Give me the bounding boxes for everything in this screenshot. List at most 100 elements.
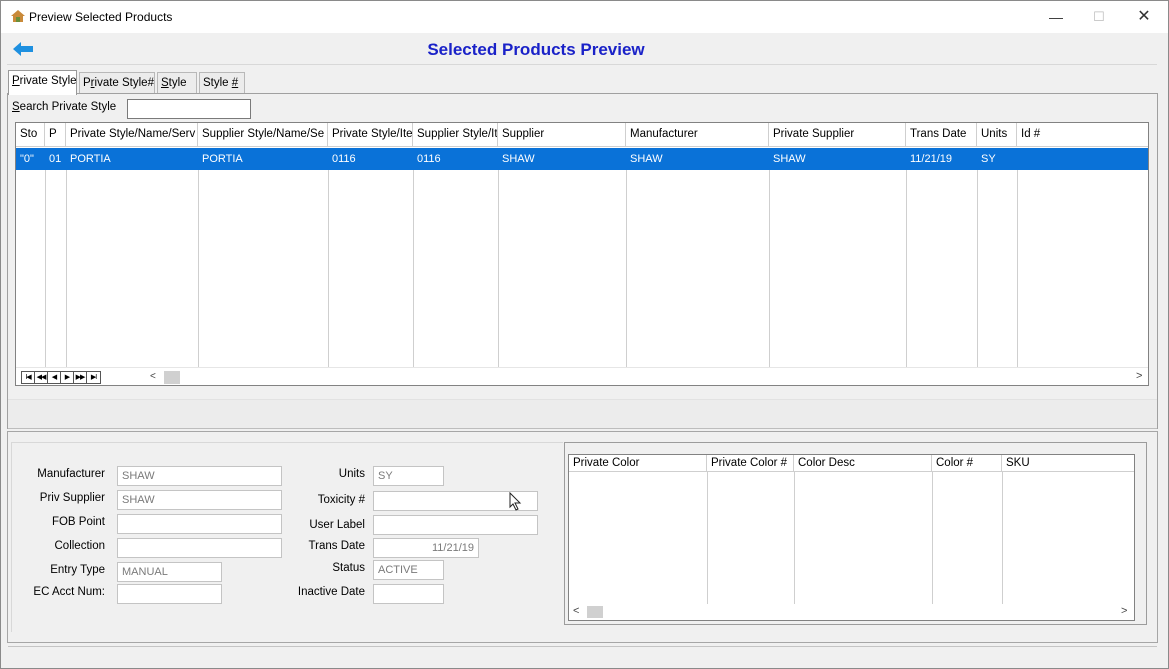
tab-private-style-number[interactable]: Private Style#: [79, 72, 155, 94]
col-header-sku[interactable]: SKU: [1002, 455, 1134, 472]
column-divider: [906, 170, 907, 367]
prev-record-button[interactable]: ◀: [48, 372, 61, 383]
col-header-private-supplier[interactable]: Private Supplier: [769, 123, 906, 147]
col-header-color-desc[interactable]: Color Desc: [794, 455, 932, 472]
collection-label: Collection: [54, 540, 106, 552]
units-field[interactable]: SY: [373, 466, 444, 486]
next-page-button[interactable]: ▶▶: [74, 372, 87, 383]
scroll-right-arrow[interactable]: >: [1121, 605, 1127, 617]
trans-date-label: Trans Date: [308, 540, 365, 552]
close-button[interactable]: ✕: [1129, 7, 1159, 27]
colors-grid-header: Private Color Private Color # Color Desc…: [569, 455, 1134, 472]
column-divider: [977, 170, 978, 367]
collection-field[interactable]: [117, 538, 282, 558]
scroll-right-arrow[interactable]: >: [1136, 370, 1142, 382]
scroll-left-arrow[interactable]: <: [573, 605, 579, 617]
products-grid: Sto P Private Style/Name/Serv Supplier S…: [15, 122, 1149, 386]
units-label: Units: [338, 468, 365, 480]
cell-private-style-name: PORTIA: [70, 153, 111, 165]
page-title: Selected Products Preview: [427, 40, 645, 59]
col-header-trans-date[interactable]: Trans Date: [906, 123, 977, 147]
col-header-color-number[interactable]: Color #: [932, 455, 1002, 472]
horizontal-scrollbar-thumb[interactable]: [164, 371, 180, 384]
header-bar: Selected Products Preview: [7, 35, 1157, 65]
window-title: Preview Selected Products: [29, 10, 173, 24]
column-divider: [932, 472, 933, 604]
col-header-private-color-number[interactable]: Private Color #: [707, 455, 794, 472]
user-label-label: User Label: [309, 519, 365, 531]
col-header-private-style-item[interactable]: Private Style/Ite: [328, 123, 413, 147]
fob-point-label: FOB Point: [51, 516, 105, 528]
grid-navigator: I◀ ◀◀ ◀ ▶ ▶▶ ▶I < >: [16, 367, 1148, 385]
column-divider: [328, 170, 329, 367]
manufacturer-label: Manufacturer: [37, 468, 105, 480]
cell-trans-date: 11/21/19: [910, 153, 953, 165]
inactive-date-label: Inactive Date: [297, 586, 365, 598]
title-bar: Preview Selected Products — ☐ ✕: [1, 1, 1168, 33]
maximize-button[interactable]: ☐: [1084, 7, 1114, 27]
manufacturer-field[interactable]: SHAW: [117, 466, 282, 486]
cell-manufacturer: SHAW: [630, 153, 663, 165]
priv-supplier-field[interactable]: SHAW: [117, 490, 282, 510]
record-navigator: I◀ ◀◀ ◀ ▶ ▶▶ ▶I: [21, 371, 101, 384]
colors-horizontal-scrollbar[interactable]: < >: [569, 604, 1134, 620]
column-divider: [66, 170, 67, 367]
search-label: Search Private Style: [12, 101, 117, 113]
table-row[interactable]: "0" 01 PORTIA PORTIA 0116 0116 SHAW SHAW…: [16, 148, 1148, 170]
first-record-button[interactable]: I◀: [22, 372, 35, 383]
last-record-button[interactable]: ▶I: [87, 372, 100, 383]
column-divider: [198, 170, 199, 367]
entry-type-label: Entry Type: [50, 564, 105, 576]
column-divider: [45, 170, 46, 367]
next-record-button[interactable]: ▶: [61, 372, 74, 383]
cell-sto: "0": [20, 153, 34, 165]
col-header-p[interactable]: P: [45, 123, 66, 147]
user-label-field[interactable]: [373, 515, 538, 535]
fob-point-field[interactable]: [117, 514, 282, 534]
status-field[interactable]: ACTIVE: [373, 560, 444, 580]
column-divider: [1002, 472, 1003, 604]
horizontal-scrollbar-thumb[interactable]: [587, 606, 603, 618]
status-label: Status: [332, 562, 365, 574]
col-header-manufacturer[interactable]: Manufacturer: [626, 123, 769, 147]
footer-band: [8, 646, 1157, 664]
cell-supplier-style-name: PORTIA: [202, 153, 243, 165]
tab-style-number[interactable]: Style #: [199, 72, 245, 94]
column-divider: [707, 472, 708, 604]
trans-date-field[interactable]: 11/21/19: [373, 538, 479, 558]
column-divider: [413, 170, 414, 367]
col-header-supplier-style-name[interactable]: Supplier Style/Name/Se: [198, 123, 328, 147]
column-divider: [626, 170, 627, 367]
cell-p: 01: [49, 153, 62, 165]
scroll-left-arrow[interactable]: <: [150, 371, 156, 382]
prev-page-button[interactable]: ◀◀: [35, 372, 48, 383]
search-input[interactable]: [127, 99, 251, 119]
col-header-private-color[interactable]: Private Color: [569, 455, 707, 472]
col-header-id[interactable]: Id #: [1017, 123, 1148, 147]
cell-supplier-style-item: 0116: [417, 153, 441, 165]
grid-header: Sto P Private Style/Name/Serv Supplier S…: [16, 123, 1148, 147]
ec-acct-num-label: EC Acct Num:: [33, 586, 105, 598]
entry-type-field[interactable]: MANUAL: [117, 562, 222, 582]
mouse-cursor-icon: [509, 492, 522, 511]
column-divider: [769, 170, 770, 367]
minimize-button[interactable]: —: [1041, 7, 1071, 27]
col-header-supplier-style-item[interactable]: Supplier Style/It: [413, 123, 498, 147]
colors-grid: Private Color Private Color # Color Desc…: [568, 454, 1135, 621]
cell-units: SY: [981, 153, 996, 165]
cell-private-supplier: SHAW: [773, 153, 806, 165]
inactive-date-field[interactable]: [373, 584, 444, 604]
tab-style[interactable]: Style: [157, 72, 197, 94]
column-divider: [498, 170, 499, 367]
col-header-supplier[interactable]: Supplier: [498, 123, 626, 147]
app-window: Preview Selected Products — ☐ ✕ Selected…: [0, 0, 1169, 669]
col-header-private-style-name[interactable]: Private Style/Name/Serv: [66, 123, 198, 147]
tab-private-style[interactable]: Private Style: [8, 70, 77, 95]
cell-supplier: SHAW: [502, 153, 535, 165]
column-divider: [1017, 170, 1018, 367]
cell-private-style-item: 0116: [332, 153, 356, 165]
col-header-units[interactable]: Units: [977, 123, 1017, 147]
priv-supplier-label: Priv Supplier: [39, 492, 105, 504]
col-header-sto[interactable]: Sto: [16, 123, 45, 147]
ec-acct-num-field[interactable]: [117, 584, 222, 604]
